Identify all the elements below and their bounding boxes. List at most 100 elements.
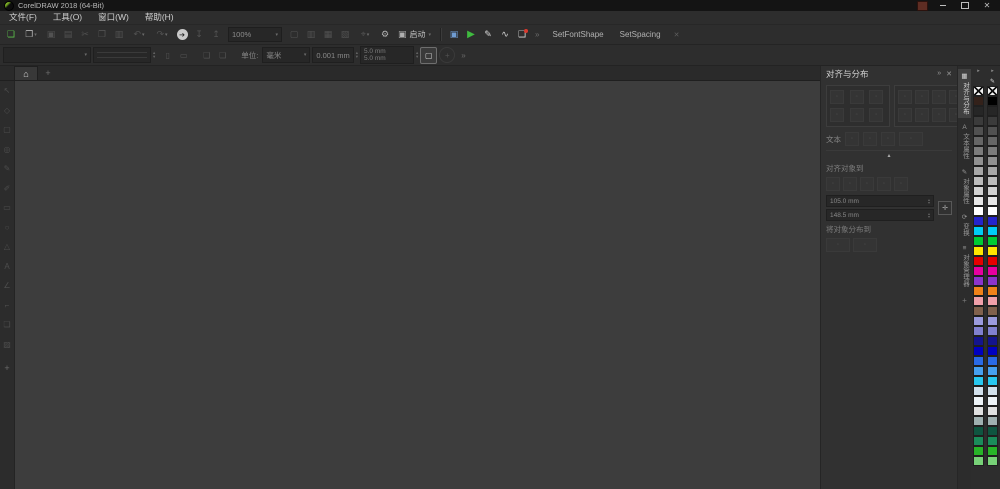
text-mode-combo-button[interactable] xyxy=(899,132,923,146)
pick-tool[interactable]: ↖ xyxy=(2,85,13,97)
current-page-button[interactable]: ❏ xyxy=(215,48,230,63)
align-center-horizontal-button[interactable] xyxy=(849,90,864,104)
align-center-vertical-button[interactable] xyxy=(849,108,864,122)
maximize-button[interactable] xyxy=(958,1,972,10)
align-to-page-center-button[interactable] xyxy=(860,177,874,191)
color-swatch[interactable] xyxy=(973,336,984,346)
docker-pin-icon[interactable]: » xyxy=(937,70,941,78)
color-swatch[interactable] xyxy=(973,426,984,436)
color-swatch[interactable] xyxy=(973,156,984,166)
palette-blank-cell[interactable] xyxy=(973,76,984,86)
color-swatch[interactable] xyxy=(987,136,998,146)
color-swatch[interactable] xyxy=(987,316,998,326)
options-gear-icon[interactable]: ⚙ xyxy=(377,27,393,42)
color-swatch[interactable] xyxy=(973,176,984,186)
color-swatch[interactable] xyxy=(973,216,984,226)
show-rulers-icon[interactable]: ▥ xyxy=(303,27,319,42)
zoom-tool[interactable]: ◎ xyxy=(2,144,13,156)
rectangle-tool[interactable]: ▭ xyxy=(2,202,13,214)
clipboard-tasks-icon[interactable]: ❑ xyxy=(514,27,530,42)
distribute-spacing-vertical-button[interactable] xyxy=(932,108,946,122)
menu-window[interactable]: 窗口(W) xyxy=(90,11,137,24)
color-swatch[interactable] xyxy=(973,346,984,356)
menu-tools[interactable]: 工具(O) xyxy=(45,11,90,24)
color-swatch[interactable] xyxy=(973,116,984,126)
color-swatch[interactable] xyxy=(987,406,998,416)
y-coordinate-field[interactable]: 148.5 mm ▴ ▾ xyxy=(826,209,934,221)
distribute-spacing-horizontal-button[interactable] xyxy=(932,90,946,104)
docker-close-icon[interactable]: ✕ xyxy=(946,70,952,78)
align-bottom-button[interactable] xyxy=(869,108,884,122)
nudge-distance-field[interactable]: 0.001 mm xyxy=(312,47,354,63)
distribute-top-button[interactable] xyxy=(898,108,912,122)
open-icon[interactable]: ❐ xyxy=(20,27,42,42)
color-swatch[interactable] xyxy=(973,396,984,406)
align-top-button[interactable] xyxy=(830,108,844,122)
menu-file[interactable]: 文件(F) xyxy=(1,11,45,24)
new-document-icon[interactable]: ❏ xyxy=(3,27,19,42)
color-swatch[interactable] xyxy=(987,256,998,266)
color-swatch[interactable] xyxy=(973,326,984,336)
ellipse-tool[interactable]: ○ xyxy=(2,222,13,234)
text-baseline-button[interactable] xyxy=(863,132,877,146)
palette-scroll-icon[interactable] xyxy=(987,66,998,76)
copy-icon[interactable]: ❐ xyxy=(94,27,110,42)
toolbox-customize-button[interactable]: + xyxy=(4,363,9,373)
redo-icon[interactable]: ↷ xyxy=(151,27,173,42)
drop-shadow-tool[interactable]: ❏ xyxy=(2,319,13,331)
notification-icon[interactable] xyxy=(917,0,928,11)
color-swatch[interactable] xyxy=(987,106,998,116)
macro-setspacing-button[interactable]: SetSpacing xyxy=(612,30,669,39)
polygon-tool[interactable]: △ xyxy=(2,241,13,253)
color-swatch[interactable] xyxy=(987,376,998,386)
launcher-button[interactable]: ▣ 启动 ▾ xyxy=(394,29,435,40)
toolbar-close-icon[interactable]: ✕ xyxy=(670,31,684,39)
color-swatch[interactable] xyxy=(987,326,998,336)
new-document-tab-button[interactable]: + xyxy=(40,68,56,78)
duplicate-distance-field[interactable]: 5.0 mm 5.0 mm xyxy=(359,46,414,64)
align-to-active-object-button[interactable] xyxy=(826,177,840,191)
color-swatch[interactable] xyxy=(987,366,998,376)
color-swatch[interactable] xyxy=(987,126,998,136)
x-coordinate-field[interactable]: 105.0 mm ▴ ▾ xyxy=(826,195,934,207)
distribute-to-selection-button[interactable] xyxy=(826,238,850,252)
welcome-screen-tab[interactable]: ⌂ xyxy=(14,66,38,80)
color-swatch[interactable] xyxy=(973,306,984,316)
color-swatch[interactable] xyxy=(987,356,998,366)
color-swatch[interactable] xyxy=(973,386,984,396)
color-swatch[interactable] xyxy=(987,246,998,256)
specify-point-button[interactable]: ✛ xyxy=(938,201,952,215)
color-swatch[interactable] xyxy=(973,416,984,426)
export-icon[interactable]: ↥ xyxy=(208,27,224,42)
color-swatch[interactable] xyxy=(987,146,998,156)
distribute-center-vertical-button[interactable] xyxy=(915,108,929,122)
color-swatch[interactable] xyxy=(987,426,998,436)
text-bounding-box-button[interactable] xyxy=(881,132,895,146)
artistic-media-tool[interactable]: ✐ xyxy=(2,183,13,195)
color-swatch[interactable] xyxy=(973,456,984,466)
color-swatch[interactable] xyxy=(987,296,998,306)
print-icon[interactable]: ▤ xyxy=(60,27,76,42)
color-swatch[interactable] xyxy=(987,96,998,106)
palette-scroll-icon[interactable] xyxy=(973,66,984,76)
connector-tool[interactable]: ⌐ xyxy=(2,300,13,312)
color-swatch[interactable] xyxy=(987,236,998,246)
welcome-screen-icon[interactable]: ▣ xyxy=(446,27,462,42)
landscape-button[interactable]: ▭ xyxy=(176,48,191,63)
color-swatch[interactable] xyxy=(973,246,984,256)
align-to-point-button[interactable] xyxy=(894,177,908,191)
color-swatch[interactable] xyxy=(987,166,998,176)
color-swatch[interactable] xyxy=(973,356,984,366)
docker-tab-text-properties[interactable]: A 文本属性 xyxy=(958,121,971,162)
color-swatch[interactable] xyxy=(973,196,984,206)
color-swatch[interactable] xyxy=(973,376,984,386)
portrait-button[interactable]: ▯ xyxy=(160,48,175,63)
color-swatch[interactable] xyxy=(973,366,984,376)
color-swatch[interactable] xyxy=(987,226,998,236)
color-swatch[interactable] xyxy=(973,296,984,306)
add-preset-button[interactable]: + xyxy=(439,47,456,63)
color-swatch[interactable] xyxy=(973,276,984,286)
color-swatch[interactable] xyxy=(973,146,984,156)
page-size-combo[interactable]: ▾ xyxy=(3,47,91,63)
distribute-center-horizontal-button[interactable] xyxy=(915,90,929,104)
